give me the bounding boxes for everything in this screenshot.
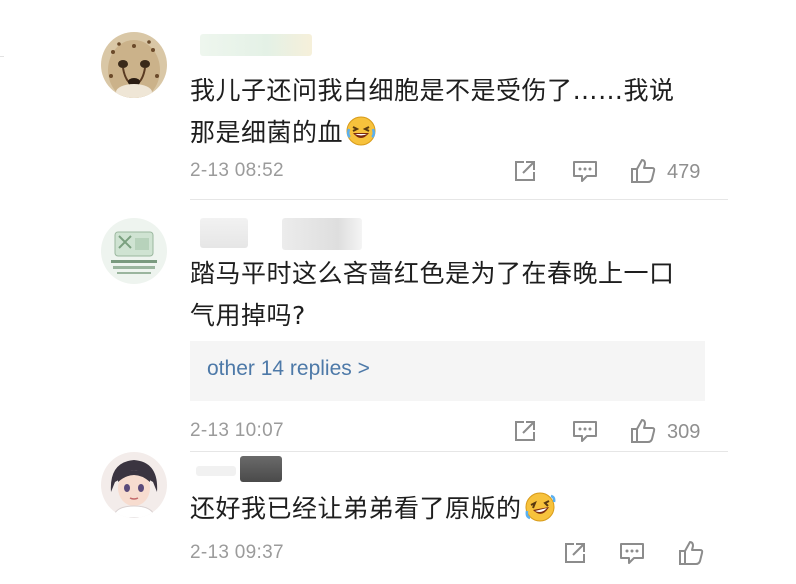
avatar[interactable] xyxy=(101,452,167,518)
comment-text-line: 气用掉吗? xyxy=(190,301,306,330)
comment-text-line: 踏马平时这么吝啬红色是为了在春晚上一口 xyxy=(190,259,675,288)
thumbs-up-icon[interactable] xyxy=(629,417,657,445)
comment-item: 踏马平时这么吝啬红色是为了在春晚上一口 气用掉吗? other 14 repli… xyxy=(0,200,796,452)
comment-text: 我儿子还问我白细胞是不是受伤了……我说 那是细菌的血 xyxy=(190,70,700,160)
share-icon[interactable] xyxy=(511,417,539,445)
comment-actions: 309 xyxy=(511,417,711,451)
comment-text-line: 还好我已经让弟弟看了原版的 xyxy=(190,494,522,523)
comment-text: 还好我已经让弟弟看了原版的 xyxy=(190,488,700,536)
comment-bubble-icon[interactable] xyxy=(618,539,646,567)
share-icon[interactable] xyxy=(511,157,539,185)
share-icon[interactable] xyxy=(561,539,589,567)
cheetah-avatar-image xyxy=(101,32,167,98)
comment-text-line: 那是细菌的血 xyxy=(190,118,344,147)
cartoon-avatar-image xyxy=(101,218,167,284)
comment-feed: 我儿子还问我白细胞是不是受伤了……我说 那是细菌的血 2-13 08:52 47… xyxy=(0,0,796,584)
anime-girl-avatar-image xyxy=(101,452,167,518)
comment-item: 还好我已经让弟弟看了原版的 2-13 09:37 xyxy=(0,452,796,584)
comment-item: 我儿子还问我白细胞是不是受伤了……我说 那是细菌的血 2-13 08:52 47… xyxy=(0,0,796,200)
timestamp: 2-13 08:52 xyxy=(190,160,284,181)
username-redacted xyxy=(196,466,236,476)
username-redacted xyxy=(200,218,248,248)
more-replies-link[interactable]: other 14 replies > xyxy=(207,357,370,381)
avatar[interactable] xyxy=(101,32,167,98)
timestamp: 2-13 10:07 xyxy=(190,420,284,441)
comment-text: 踏马平时这么吝啬红色是为了在春晚上一口 气用掉吗? xyxy=(190,253,700,337)
replies-box[interactable]: other 14 replies > xyxy=(190,341,705,401)
thumbs-up-icon[interactable] xyxy=(677,539,705,567)
like-count: 309 xyxy=(667,421,701,443)
username-redacted xyxy=(200,34,312,56)
comment-bubble-icon[interactable] xyxy=(571,417,599,445)
comment-bubble-icon[interactable] xyxy=(571,157,599,185)
thumbs-up-icon[interactable] xyxy=(629,157,657,185)
timestamp: 2-13 09:37 xyxy=(190,542,284,563)
comment-actions: 479 xyxy=(511,157,711,191)
comment-actions xyxy=(561,539,711,573)
comment-text-line: 我儿子还问我白细胞是不是受伤了……我说 xyxy=(190,76,675,105)
like-count: 479 xyxy=(667,161,701,183)
username-redacted xyxy=(282,218,362,250)
laughing-emoji-icon xyxy=(345,115,377,160)
rolling-laugh-emoji-icon xyxy=(524,491,556,536)
username-redacted xyxy=(240,456,282,482)
avatar[interactable] xyxy=(101,218,167,284)
